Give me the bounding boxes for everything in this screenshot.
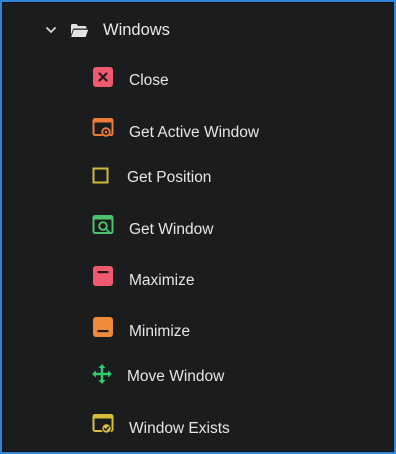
tree-item-label: Maximize — [129, 272, 195, 289]
move-arrows-icon — [92, 364, 112, 384]
tree-item-label: Window Exists — [129, 420, 230, 437]
tree-group-label: Windows — [103, 21, 170, 39]
window-check-icon — [92, 414, 114, 434]
minimize-icon — [93, 317, 113, 337]
active-window-icon — [92, 118, 114, 137]
tree-item-label: Get Window — [129, 221, 214, 238]
toolbox-panel: Windows Close Get Active Window Get Posi… — [0, 0, 396, 454]
tree-item-label: Get Position — [127, 169, 212, 186]
tree-item-label: Move Window — [127, 368, 225, 385]
tree-item-get-window[interactable]: Get Window — [2, 209, 394, 249]
tree-item-get-active-window[interactable]: Get Active Window — [2, 112, 394, 152]
position-square-icon — [92, 167, 109, 184]
close-window-icon — [93, 67, 113, 87]
tree-group-windows[interactable]: Windows — [2, 10, 394, 50]
tree-item-window-exists[interactable]: Window Exists — [2, 408, 394, 448]
tree-item-move-window[interactable]: Move Window — [2, 357, 394, 397]
tree-item-label: Minimize — [129, 323, 191, 340]
folder-open-icon — [71, 24, 89, 37]
tree-item-label: Get Active Window — [129, 124, 260, 141]
tree-item-close[interactable]: Close — [2, 61, 394, 101]
window-search-icon — [92, 215, 114, 234]
chevron-down-icon[interactable] — [44, 23, 58, 37]
tree-item-minimize[interactable]: Minimize — [2, 311, 394, 351]
tree-item-label: Close — [129, 72, 169, 89]
tree-item-get-position[interactable]: Get Position — [2, 158, 394, 198]
tree-item-maximize[interactable]: Maximize — [2, 260, 394, 300]
maximize-icon — [93, 266, 113, 286]
